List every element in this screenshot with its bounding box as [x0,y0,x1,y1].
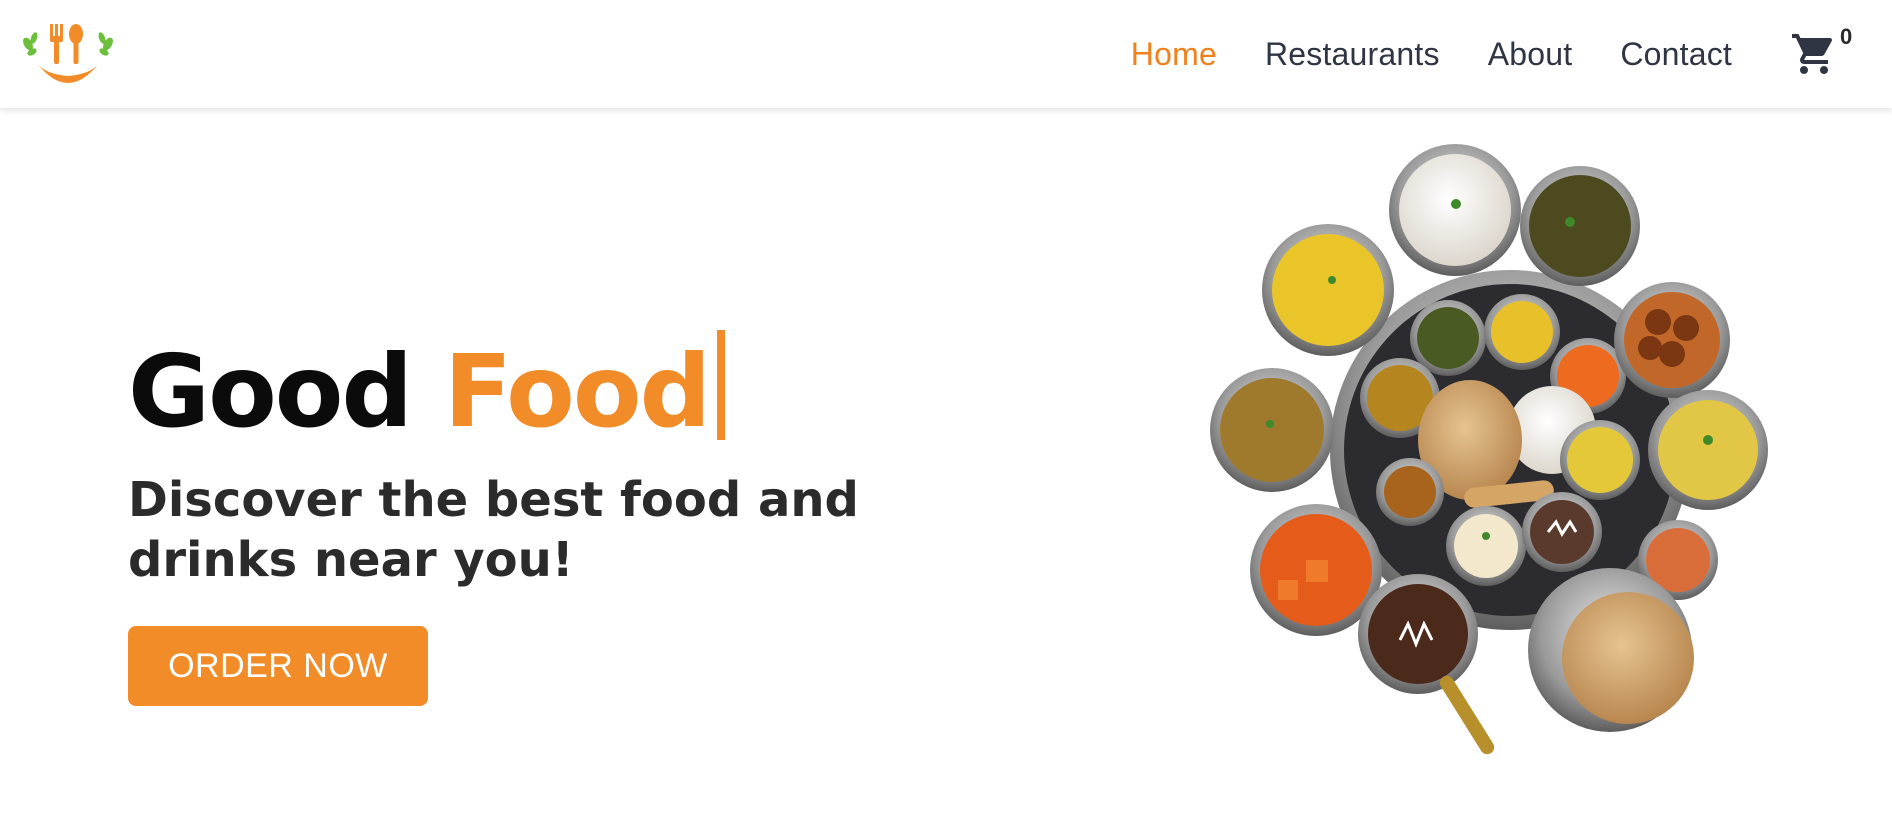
hero-headline: Good Food [128,330,1028,452]
typing-caret [717,330,726,440]
hero-subheadline: Discover the best food and drinks near y… [128,472,859,588]
nav-link-restaurants[interactable]: Restaurants [1265,36,1440,73]
cart-icon [1792,34,1833,74]
headline-word-food: Food [443,333,711,450]
brand-logo-icon[interactable] [20,22,116,88]
cart-count-badge: 0 [1840,24,1853,49]
cart-button[interactable]: 0 [1790,24,1860,84]
headline-word-good: Good [128,333,413,450]
thali-platter-image [1210,140,1790,780]
hero-text-block: Good Food Discover the best food and dri… [128,330,1028,590]
nav-links: Home Restaurants About Contact [1131,0,1732,108]
nav-link-about[interactable]: About [1488,36,1573,73]
order-now-button[interactable]: ORDER NOW [128,626,428,706]
nav-link-contact[interactable]: Contact [1620,36,1732,73]
nav-link-home[interactable]: Home [1131,36,1217,73]
top-navbar: Home Restaurants About Contact 0 [0,0,1892,108]
